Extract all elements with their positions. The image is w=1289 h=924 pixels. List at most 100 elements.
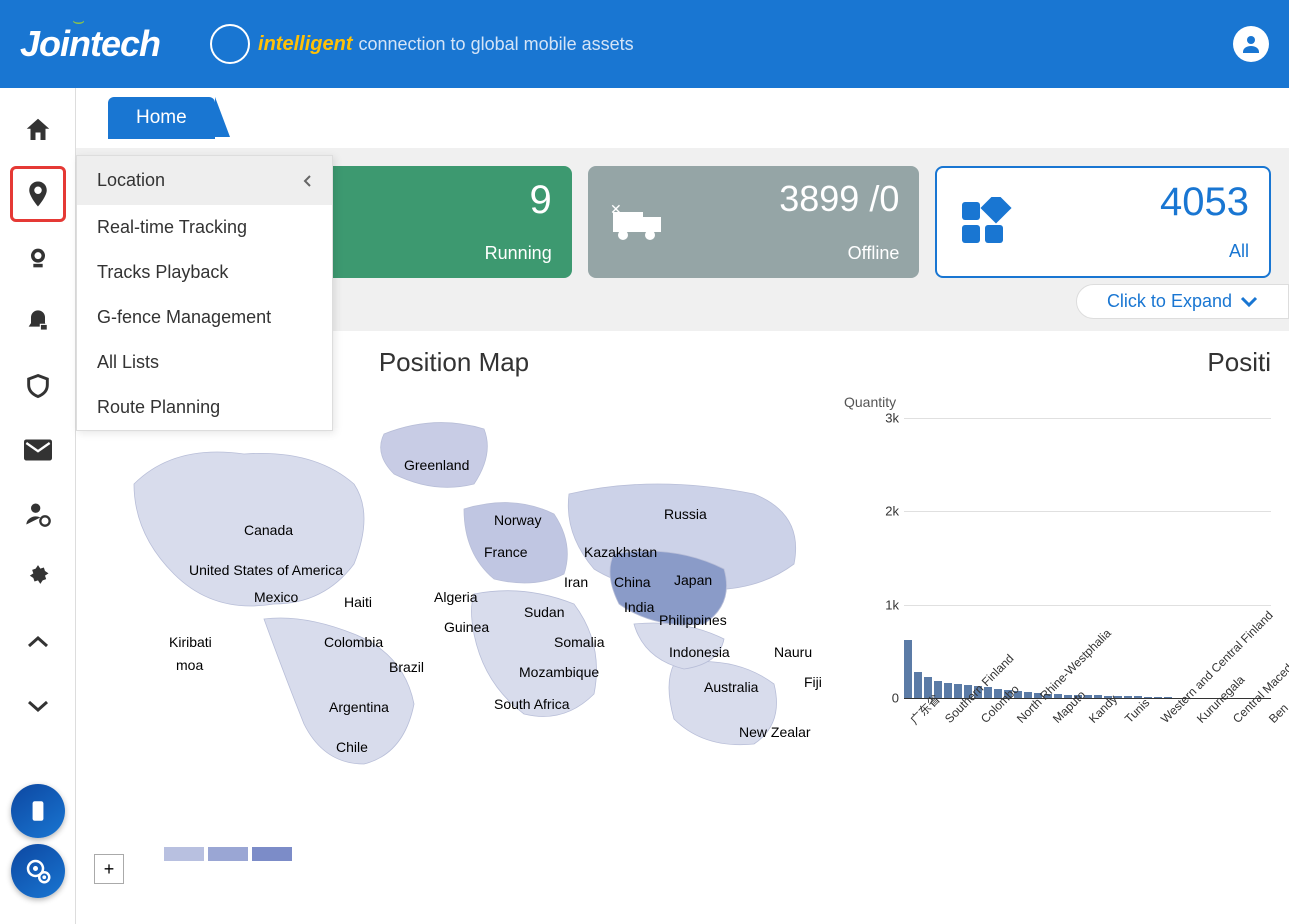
running-value: 9 [529,178,551,223]
country-label: Fiji [804,674,822,690]
country-label: Norway [494,512,541,528]
user-area[interactable] [1233,26,1269,62]
dropdown-item-3[interactable]: All Lists [77,340,332,385]
sidebar-chevron-down[interactable] [10,678,66,734]
bar [1054,694,1062,698]
sidebar-user-settings[interactable] [10,486,66,542]
legend-swatch-2 [208,847,248,861]
chevron-left-icon [302,174,312,188]
tagline-wrap: intelligent connection to global mobile … [210,24,634,64]
country-label: Somalia [554,634,605,650]
location-dropdown: Location Real-time TrackingTracks Playba… [76,155,333,431]
country-label: Chile [336,739,368,755]
chart-ylabel: Quantity [844,394,1271,410]
country-label: Indonesia [669,644,730,660]
dropdown-item-0[interactable]: Real-time Tracking [77,205,332,250]
all-value: 4053 [1160,180,1249,225]
sidebar-chevron-up[interactable] [10,614,66,670]
grid-icon [957,197,1017,247]
logo: Jointech [20,23,160,65]
running-label: Running [485,243,552,264]
all-label: All [1229,241,1249,262]
country-label: South Africa [494,696,570,712]
country-label: Japan [674,572,712,588]
tab-home[interactable]: Home [108,97,215,139]
svg-text:✕: ✕ [610,201,622,217]
world-map[interactable]: Greenland Canada Norway Russia United States… [94,394,814,824]
country-label: India [624,599,654,615]
country-label: Guinea [444,619,489,635]
zoom-in-button[interactable]: + [94,854,124,884]
dropdown-item-4[interactable]: Route Planning [77,385,332,430]
country-label: Argentina [329,699,389,715]
y-tick: 0 [844,691,899,706]
country-label: Algeria [434,589,478,605]
sidebar-mail[interactable] [10,422,66,478]
legend-swatch-1 [164,847,204,861]
bar [1154,697,1162,698]
sidebar-device-button[interactable] [11,784,65,838]
country-label: Brazil [389,659,424,675]
country-label: Mexico [254,589,298,605]
tagline: connection to global mobile assets [358,34,633,55]
bar [944,683,952,698]
y-tick: 3k [844,411,899,426]
country-label: New Zealar [739,724,811,740]
card-offline[interactable]: ✕ 3899 /0 Offline [588,166,920,278]
chart-section: Positi Quantity 01k2k3k广东省Southern Finla… [844,331,1271,884]
sidebar [0,88,76,924]
bar [1124,696,1132,698]
legend-swatch-3 [252,847,292,861]
sidebar-camera[interactable] [10,230,66,286]
dropdown-item-2[interactable]: G-fence Management [77,295,332,340]
bar [1164,697,1172,698]
chevron-down-icon [1240,296,1258,308]
country-label: moa [176,657,203,673]
country-label: Australia [704,679,758,695]
header: ⌣ Jointech intelligent connection to glo… [0,0,1289,88]
logo-accent: ⌣ [72,10,85,33]
y-tick: 1k [844,597,899,612]
intelligent-text: intelligent [258,33,352,56]
dropdown-item-1[interactable]: Tracks Playback [77,250,332,295]
country-label: France [484,544,528,560]
country-label: Philippines [659,612,727,628]
tab-row: Home [76,88,1289,148]
sidebar-shield[interactable] [10,358,66,414]
truck-offline-icon: ✕ [608,197,668,247]
country-label: Kiribati [169,634,212,650]
chart: 01k2k3k广东省Southern FinlandColomboNorth R… [844,418,1271,858]
sidebar-home[interactable] [10,102,66,158]
country-label: Mozambique [519,664,599,680]
sidebar-settings[interactable] [10,550,66,606]
country-label: Haiti [344,594,372,610]
offline-label: Offline [848,243,900,264]
offline-value: 3899 /0 [779,178,899,220]
avatar-icon [1233,26,1269,62]
sidebar-location[interactable] [10,166,66,222]
country-label: Greenland [404,457,469,473]
country-label: Sudan [524,604,564,620]
sidebar-gear-button[interactable] [11,844,65,898]
country-label: United States of America [189,562,343,578]
country-label: Nauru [774,644,812,660]
expand-button[interactable]: Click to Expand [1076,284,1289,319]
chart-title: Positi [844,347,1271,378]
globe-icon [210,24,250,64]
sidebar-alert[interactable] [10,294,66,350]
card-all[interactable]: 4053 All [935,166,1271,278]
country-label: China [614,574,651,590]
country-label: Iran [564,574,588,590]
dropdown-header[interactable]: Location [77,156,332,205]
country-label: Canada [244,522,293,538]
y-tick: 2k [844,504,899,519]
bar [1024,692,1032,698]
country-label: Russia [664,506,707,522]
dropdown-title: Location [97,170,165,191]
country-label: Colombia [324,634,383,650]
country-label: Kazakhstan [584,544,657,560]
x-label: Ben [1266,701,1289,726]
bars [904,418,1172,698]
x-label: Tunis [1122,696,1152,726]
bar [904,640,912,698]
